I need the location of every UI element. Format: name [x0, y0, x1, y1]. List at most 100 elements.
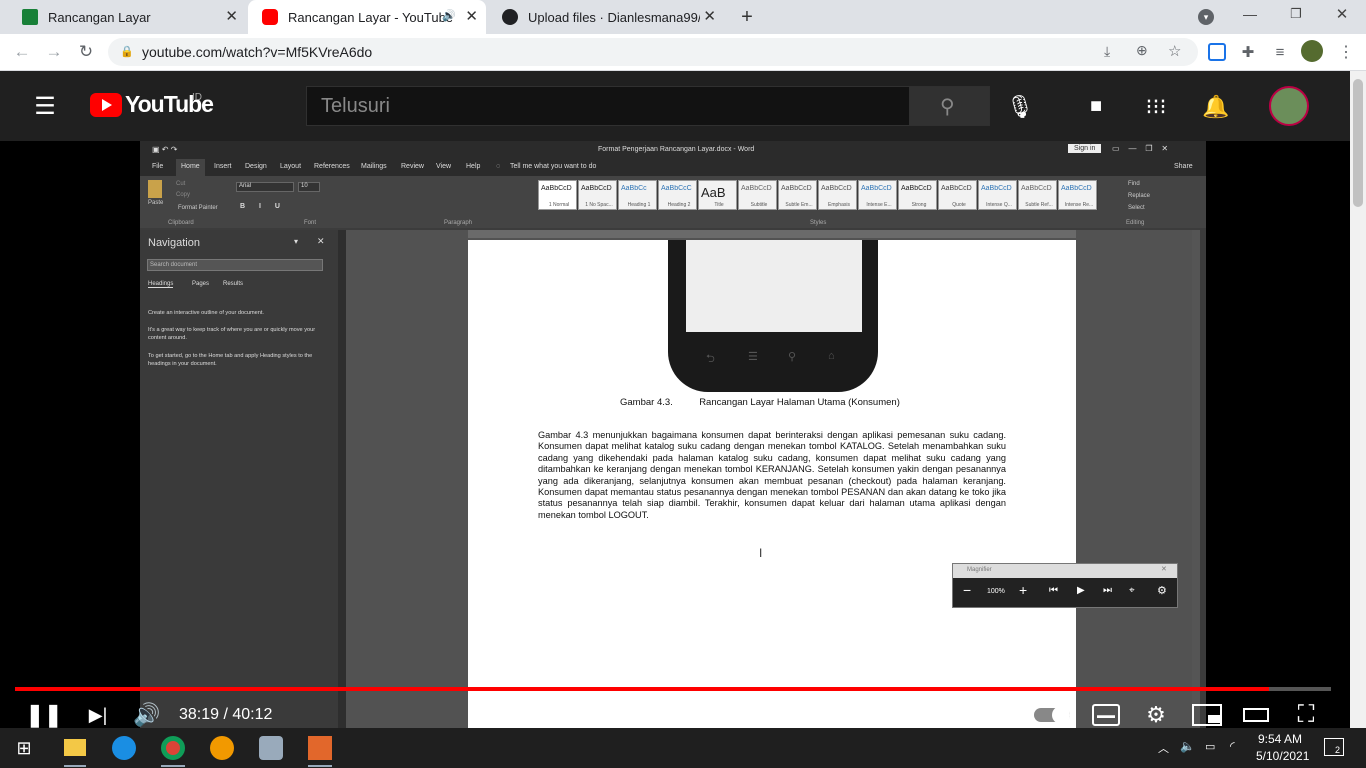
profile-avatar-icon[interactable]: [1301, 40, 1323, 62]
minimize-icon[interactable]: —: [1240, 4, 1260, 24]
style-name: Quote: [952, 202, 966, 208]
pause-icon[interactable]: ❚❚: [26, 702, 63, 727]
volume-icon[interactable]: 🔊: [133, 702, 161, 728]
page-scrollbar[interactable]: [1350, 71, 1366, 728]
tray-battery-icon[interactable]: ▭: [1205, 740, 1215, 753]
app-icon[interactable]: [308, 736, 332, 760]
window-controls: ▭ — ❐ ✕: [1112, 144, 1169, 153]
new-tab-icon[interactable]: +: [736, 6, 758, 28]
font-group-label: Font: [304, 220, 317, 226]
windows-start-icon[interactable]: ⊞: [14, 738, 34, 758]
word-title-bar: ▣ ↶ ↷ Format Pengerjaan Rancangan Layar.…: [140, 141, 1206, 159]
nav-tab-results: Results: [223, 281, 244, 287]
style-name: Emphasis: [828, 202, 850, 208]
phone-search-icon: ⚲: [788, 351, 797, 363]
file-explorer-icon[interactable]: [64, 739, 86, 756]
next-video-icon[interactable]: ▶|: [86, 703, 110, 727]
github-icon: [502, 9, 518, 25]
ribbon-tab-help: Help: [466, 163, 481, 170]
styles-list: AaBbCcD 1 Normal AaBbCcD 1 No Spac... AaBbCc…: [538, 180, 1098, 210]
extensions-puzzle-icon[interactable]: ✚: [1238, 42, 1258, 62]
notifications-bell-icon[interactable]: 🔔: [1202, 94, 1229, 120]
youtube-logo-icon[interactable]: [90, 93, 122, 117]
miniplayer-icon[interactable]: [1192, 704, 1222, 726]
microphone-icon[interactable]: 🎙: [1006, 94, 1034, 120]
style-sample: AaBbCcD: [981, 185, 1012, 192]
paint-icon[interactable]: [259, 736, 283, 760]
bold-italic-underline: B I U: [240, 203, 286, 210]
style-name: Heading 1: [627, 202, 651, 208]
style-sample: AaBbCcD: [1021, 185, 1052, 192]
ribbon-tab-file: File: [152, 163, 164, 170]
zoom-icon[interactable]: ⊕: [1136, 42, 1148, 59]
theater-mode-icon[interactable]: [1243, 708, 1269, 722]
notifications-icon[interactable]: 2: [1324, 738, 1344, 756]
clock-time[interactable]: 9:54 AM: [1258, 732, 1302, 746]
autoplay-toggle[interactable]: [1034, 706, 1070, 724]
style-item: AaBbCcD Strong: [898, 180, 937, 210]
audio-playing-icon[interactable]: 🔊: [442, 9, 456, 22]
back-icon[interactable]: ←: [12, 42, 32, 62]
close-tab-icon[interactable]: ✕: [225, 9, 238, 25]
miniplayer-inner: [1208, 715, 1220, 723]
close-window-icon[interactable]: ✕: [1332, 4, 1352, 24]
extension-translate-icon[interactable]: [1208, 43, 1226, 61]
font-size-box: 10: [298, 182, 320, 192]
apps-grid-icon[interactable]: ⁝⁝⁝: [1144, 94, 1168, 119]
subtitles-icon[interactable]: ▬▬: [1092, 704, 1120, 726]
youtube-favicon-icon: [262, 9, 278, 25]
style-sample: AaBbCcD: [741, 185, 772, 192]
styles-group-label: Styles: [810, 220, 827, 226]
tab-youtube[interactable]: Rancangan Layar - YouTube 🔊 ✕: [248, 0, 486, 34]
style-item: AaBbCcD Quote: [938, 180, 977, 210]
settings-gear-icon[interactable]: ⚙: [1143, 702, 1169, 728]
youtube-header: ☰ YouTube ID Telusuri ⚲ 🎙 ■ ⁝⁝⁝ 🔔: [0, 71, 1350, 141]
tray-volume-icon[interactable]: 🔈: [1180, 739, 1195, 753]
scrollbar-thumb[interactable]: [1353, 79, 1363, 207]
bookmark-star-icon[interactable]: ☆: [1168, 42, 1181, 60]
magnifier-next-icon: ⏭: [1103, 585, 1112, 596]
edge-icon[interactable]: [112, 736, 136, 760]
menu-dots-icon[interactable]: ⋮: [1336, 42, 1356, 62]
create-video-icon[interactable]: ■: [1082, 95, 1110, 117]
tab-github[interactable]: Upload files · Dianlesmana99/sad ✕: [488, 0, 724, 34]
style-name: Intense E...: [866, 202, 892, 208]
active-indicator: [64, 765, 86, 767]
restore-icon[interactable]: ❐: [1286, 4, 1306, 24]
clock-date[interactable]: 5/10/2021: [1256, 749, 1309, 763]
pdf-app-icon[interactable]: [210, 736, 234, 760]
video-progress-bar[interactable]: [15, 687, 1331, 691]
address-bar[interactable]: 🔒 youtube.com/watch?v=Mf5KVreA6do ⤓ ⊕ ☆: [108, 38, 1198, 66]
search-input[interactable]: Telusuri: [306, 86, 910, 126]
tab-rancangan-layar[interactable]: Rancangan Layar ✕: [8, 0, 246, 34]
tab-search-icon[interactable]: ▾: [1198, 9, 1214, 25]
reload-icon[interactable]: ↻: [76, 42, 96, 62]
tray-wifi-icon[interactable]: ◜: [1230, 739, 1235, 753]
style-name: Strong: [911, 202, 927, 208]
tray-chevron-icon[interactable]: ︿: [1158, 740, 1169, 756]
style-sample: AaB: [701, 185, 726, 200]
ribbon-tab-mailings: Mailings: [361, 163, 387, 170]
copy-label: Copy: [176, 192, 191, 198]
ribbon-tab-home: Home: [176, 159, 205, 176]
style-sample: AaBbCc: [621, 185, 647, 192]
hamburger-menu-icon[interactable]: ☰: [32, 93, 58, 120]
media-control-icon[interactable]: ≡: [1270, 42, 1290, 62]
share-button: Share: [1174, 163, 1193, 170]
windows-taskbar: ⊞ ︿ 🔈 ▭ ◜ 9:54 AM 5/10/2021 2: [0, 728, 1366, 768]
close-tab-icon[interactable]: ✕: [703, 9, 716, 25]
style-sample: AaBbCcD: [1061, 185, 1092, 192]
style-sample: AaBbCcD: [581, 185, 612, 192]
time-display: 38:19 / 40:12: [179, 706, 273, 723]
forward-icon[interactable]: →: [44, 42, 64, 62]
style-item: AaB Title: [698, 180, 737, 210]
browser-tab-bar: Rancangan Layar ✕ Rancangan Layar - YouT…: [0, 0, 1366, 34]
ribbon-tab-references: References: [314, 163, 350, 170]
install-icon[interactable]: ⤓: [1104, 43, 1110, 60]
paragraph-group-label: Paragraph: [444, 220, 473, 226]
search-button[interactable]: ⚲: [909, 86, 990, 126]
channel-avatar[interactable]: [1269, 86, 1309, 126]
fullscreen-icon[interactable]: ⛶: [1293, 701, 1319, 728]
chrome-icon[interactable]: [161, 736, 185, 760]
close-tab-icon[interactable]: ✕: [465, 9, 478, 25]
